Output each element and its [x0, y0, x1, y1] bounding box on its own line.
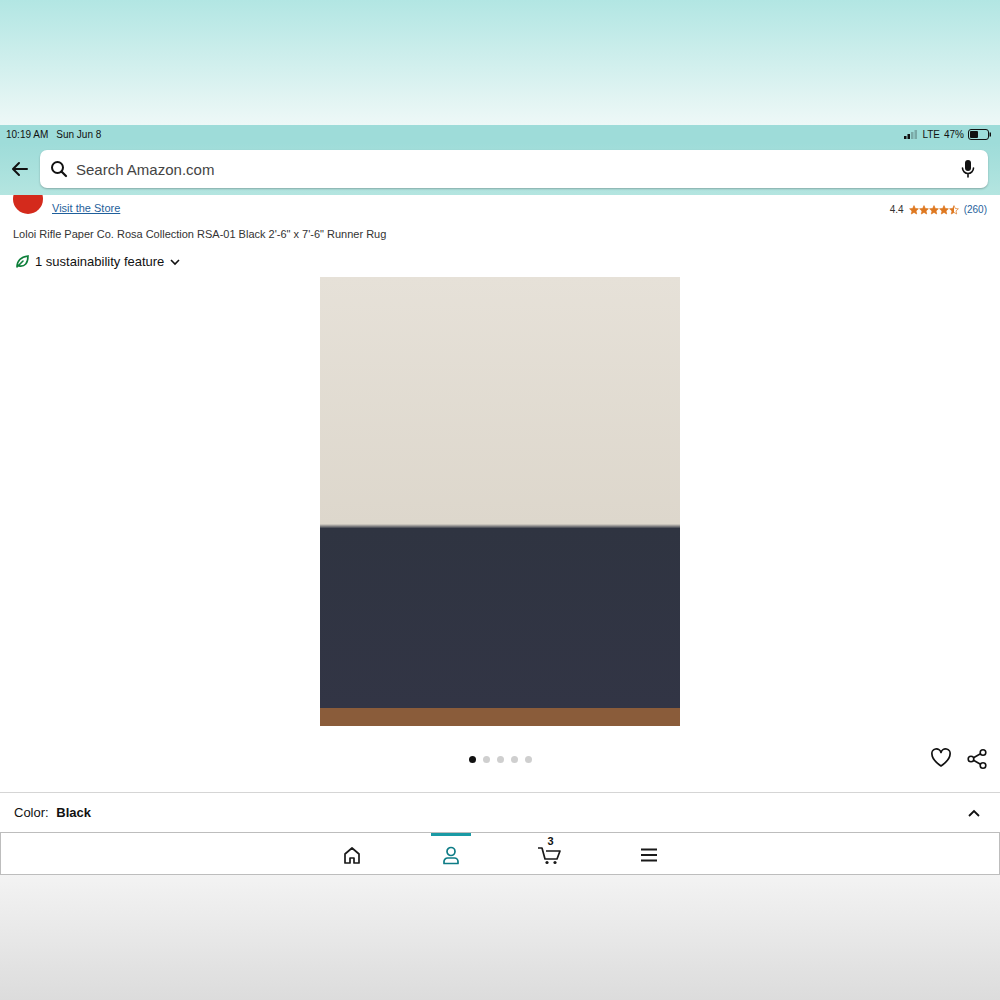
- search-bar: Search Amazon.com: [0, 143, 1000, 195]
- nav-indicator: [332, 833, 372, 836]
- top-band: [0, 0, 1000, 125]
- product-title: Loloi Rifle Paper Co. Rosa Collection RS…: [0, 219, 1000, 241]
- sustainability-label: 1 sustainability feature: [35, 254, 164, 270]
- search-placeholder: Search Amazon.com: [76, 161, 952, 178]
- nav-indicator: [431, 833, 471, 836]
- star-icon: [929, 205, 939, 215]
- chevron-down-icon: [169, 256, 181, 268]
- battery-label: 47%: [944, 129, 964, 140]
- microphone-icon[interactable]: [960, 159, 976, 179]
- visit-store-link[interactable]: Visit the Store: [52, 202, 120, 214]
- carousel-dot[interactable]: [469, 756, 476, 763]
- option-value: Black: [56, 805, 91, 820]
- carousel-dot[interactable]: [525, 756, 532, 763]
- status-time: 10:19 AM: [6, 129, 48, 140]
- account-icon: [441, 845, 461, 865]
- bottom-band: [0, 875, 1000, 1000]
- star-icon: [949, 205, 959, 215]
- rating-count[interactable]: (260): [964, 204, 987, 215]
- color-option[interactable]: Color: Black: [0, 793, 1000, 832]
- nav-item[interactable]: 3: [500, 833, 599, 874]
- search-field[interactable]: Search Amazon.com: [40, 150, 988, 188]
- cart-icon: [537, 845, 563, 865]
- carousel-dot[interactable]: [483, 756, 490, 763]
- star-icon: [909, 205, 919, 215]
- rating[interactable]: 4.4 (260): [890, 204, 987, 215]
- back-arrow-icon[interactable]: [10, 159, 30, 179]
- chevron-up-icon[interactable]: [967, 808, 981, 818]
- nav-item[interactable]: [401, 833, 500, 874]
- search-icon: [50, 160, 68, 178]
- menu-icon: [639, 845, 659, 865]
- brand-logo[interactable]: [13, 195, 43, 214]
- status-date: Sun Jun 8: [56, 129, 101, 140]
- cart-badge: 3: [548, 836, 554, 847]
- heart-icon[interactable]: [930, 748, 952, 768]
- carousel-dot[interactable]: [497, 756, 504, 763]
- rating-value: 4.4: [890, 204, 904, 215]
- nav-indicator: [629, 833, 669, 836]
- bottom-nav: 3: [0, 832, 1000, 875]
- option-label: Color:: [14, 805, 49, 820]
- signal-icon: [904, 130, 918, 139]
- star-icon: [919, 205, 929, 215]
- screen: 10:19 AM Sun Jun 8 LTE 47% Search Amazon…: [0, 0, 1000, 1000]
- product-content: Visit the Store 4.4 (260) Loloi Rifle Pa…: [0, 195, 1000, 832]
- nav-item[interactable]: [599, 833, 698, 874]
- status-bar: 10:19 AM Sun Jun 8 LTE 47%: [0, 125, 1000, 143]
- carousel-dots: [469, 756, 532, 763]
- share-icon[interactable]: [966, 748, 988, 770]
- network-label: LTE: [922, 129, 940, 140]
- stars: [909, 205, 959, 215]
- sustainability-toggle[interactable]: 1 sustainability feature: [0, 254, 1000, 270]
- carousel-dot[interactable]: [511, 756, 518, 763]
- leaf-icon: [14, 254, 30, 270]
- nav-item[interactable]: [302, 833, 401, 874]
- star-icon: [939, 205, 949, 215]
- product-photo[interactable]: [320, 277, 680, 726]
- battery-icon: [968, 129, 992, 140]
- home-icon: [342, 845, 362, 865]
